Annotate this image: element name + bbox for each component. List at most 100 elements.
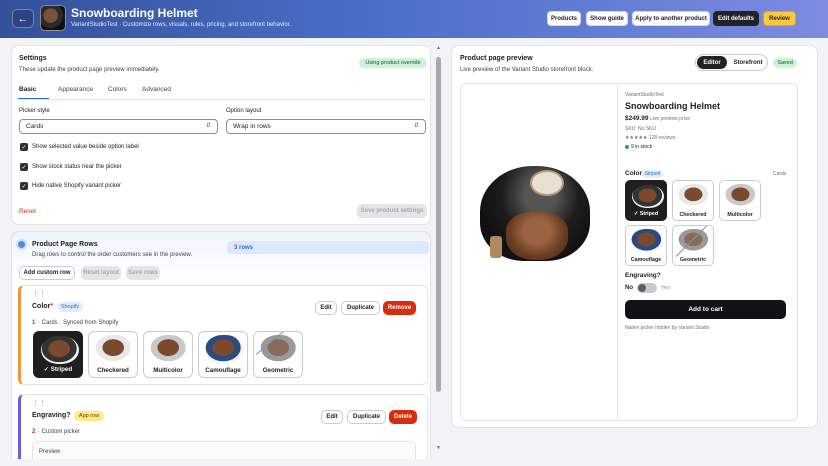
remove-color-row-button[interactable]: Remove	[383, 301, 416, 315]
engraving-no-label: No	[625, 285, 633, 291]
price-note: Live preview price	[650, 116, 691, 122]
option-layout-value: Wrap in rows	[233, 123, 271, 130]
stock-dot-icon	[625, 145, 629, 149]
editor-toggle[interactable]: Editor	[697, 56, 727, 69]
product-reviews: ★★★★★ 128 reviews	[625, 135, 676, 141]
engraving-preview-box: Preview	[32, 441, 416, 459]
color-row-name-text: Color	[32, 303, 51, 310]
preview-swatch-checkered[interactable]: Checkered	[672, 180, 714, 221]
edit-color-row-button[interactable]: Edit	[315, 301, 337, 315]
helmet-image	[631, 229, 663, 252]
product-price: $249.99	[625, 115, 649, 122]
helmet-image	[725, 184, 757, 207]
picker-style-label: Cards	[773, 171, 787, 177]
show-guide-button[interactable]: Show guide	[586, 11, 628, 26]
saved-badge: Saved	[773, 58, 797, 68]
storefront-toggle[interactable]: Storefront	[729, 56, 767, 69]
required-star: *	[50, 303, 54, 310]
swatch-label: Checkered	[679, 212, 707, 218]
tab-basic[interactable]: Basic	[19, 86, 36, 93]
engraving-toggle[interactable]	[637, 283, 657, 293]
helmet-image	[260, 335, 298, 363]
rows-description: Drag rows to control the order customers…	[32, 252, 193, 258]
preview-description: Live preview of the Variant Studio store…	[460, 67, 594, 73]
reset-link[interactable]: Reset	[19, 208, 36, 215]
helmet-image	[150, 335, 188, 363]
reset-layout-button[interactable]: Reset layout	[81, 266, 121, 280]
product-sku: SKU: No SKU	[625, 126, 657, 132]
swatch-label: Camouflage	[205, 367, 241, 374]
helmet-image	[41, 336, 79, 364]
preview-swatch-striped[interactable]: ✓ Striped	[625, 180, 667, 221]
arrow-left-icon[interactable]: ←	[12, 9, 34, 28]
row-index: 2	[32, 429, 36, 435]
select-chevron-icon: ⇵	[413, 123, 419, 129]
helmet-image	[632, 185, 664, 208]
helmet-stripe	[490, 236, 502, 258]
preview-label: Preview	[39, 449, 61, 455]
tab-colors[interactable]: Colors	[108, 86, 127, 93]
helmet-image	[205, 335, 243, 363]
drag-handle-icon[interactable]: ⋮⋮	[32, 290, 46, 298]
rows-title: Product Page Rows	[32, 241, 98, 248]
add-custom-row-button[interactable]: Add custom row	[19, 266, 75, 280]
save-rows-button[interactable]: Save rows	[126, 266, 160, 280]
swatch-checkered[interactable]: Checkered	[88, 331, 138, 378]
override-badge: Using product override	[359, 58, 427, 68]
scroll-up-icon[interactable]: ▲	[436, 45, 441, 51]
swatch-label: Camouflage	[630, 257, 662, 263]
engraving-row-meta: · Custom picker	[38, 429, 81, 435]
storefront-preview: VariantStudioTest Snowboarding Helmet $2…	[460, 83, 798, 421]
native-picker-note: Native picker hidden by Variant Studio	[625, 325, 710, 331]
checkbox-hide-native-label: Hide native Shopify variant picker	[32, 183, 122, 189]
swatch-striped[interactable]: ✓ Striped	[33, 331, 83, 378]
swatch-label: ✓ Striped	[633, 211, 659, 217]
page-title: Snowboarding Helmet	[71, 6, 198, 20]
stock-status: 9 in stock	[631, 144, 653, 150]
add-to-cart-button[interactable]: Add to cart	[625, 300, 786, 319]
preview-swatch-camouflage[interactable]: Camouflage	[625, 225, 667, 266]
engraving-row-card: ⋮⋮ Engraving? App row 2 · Custom picker …	[18, 394, 428, 459]
duplicate-color-row-button[interactable]: Duplicate	[341, 301, 380, 315]
swatch-multicolor[interactable]: Multicolor	[143, 331, 193, 378]
checkbox-hide-native[interactable]: ✓	[20, 182, 28, 190]
helmet-badge	[530, 170, 564, 196]
helmet-image	[95, 335, 133, 363]
delete-engraving-row-button[interactable]: Delete	[389, 410, 417, 424]
swatch-camouflage[interactable]: Camouflage	[198, 331, 248, 378]
option-layout-label: Option layout	[226, 108, 262, 114]
swatch-label: Multicolor	[727, 212, 753, 218]
toggle-knob	[638, 284, 646, 292]
settings-card: Settings These update the product page p…	[11, 45, 431, 225]
store-name: VariantStudioTest	[625, 92, 664, 98]
drag-handle-icon[interactable]: ⋮⋮	[32, 399, 46, 407]
preview-swatch-geometric[interactable]: Geometric	[672, 225, 714, 266]
checkbox-show-stock-label: Show stock status near the picker	[32, 164, 122, 170]
edit-engraving-row-button[interactable]: Edit	[321, 410, 343, 424]
app-row-badge: App row	[74, 411, 104, 421]
preview-title: Product page preview	[460, 55, 533, 62]
save-product-settings-button[interactable]: Save product settings	[357, 204, 427, 218]
checkbox-show-selected[interactable]: ✓	[20, 143, 28, 151]
tab-advanced[interactable]: Advanced	[142, 86, 171, 93]
preview-divider	[617, 84, 618, 420]
option-layout-select[interactable]: Wrap in rows ⇵	[226, 119, 426, 134]
color-row-name: Color*	[32, 303, 53, 310]
preview-swatch-multicolor[interactable]: Multicolor	[719, 180, 761, 221]
apply-to-another-product-button[interactable]: Apply to another product	[632, 11, 710, 26]
scrollbar-thumb[interactable]	[436, 57, 441, 392]
app-header: ← Snowboarding Helmet VariantStudioTest …	[0, 0, 828, 38]
duplicate-engraving-row-button[interactable]: Duplicate	[347, 410, 386, 424]
helmet-image	[678, 184, 710, 207]
picker-style-label: Picker style	[19, 108, 50, 114]
scroll-down-icon[interactable]: ▼	[436, 445, 441, 451]
review-button[interactable]: Review	[763, 11, 796, 26]
preview-panel: Product page preview Live preview of the…	[451, 45, 818, 428]
swatch-geometric[interactable]: Geometric	[253, 331, 303, 378]
tab-appearance[interactable]: Appearance	[58, 86, 93, 93]
picker-style-select[interactable]: Cards ⇵	[19, 119, 218, 134]
checkbox-show-stock[interactable]: ✓	[20, 163, 28, 171]
products-button[interactable]: Products	[547, 11, 581, 26]
edit-defaults-button[interactable]: Edit defaults	[713, 11, 759, 26]
left-panel-scrollbar[interactable]: ▲ ▼	[436, 45, 441, 455]
